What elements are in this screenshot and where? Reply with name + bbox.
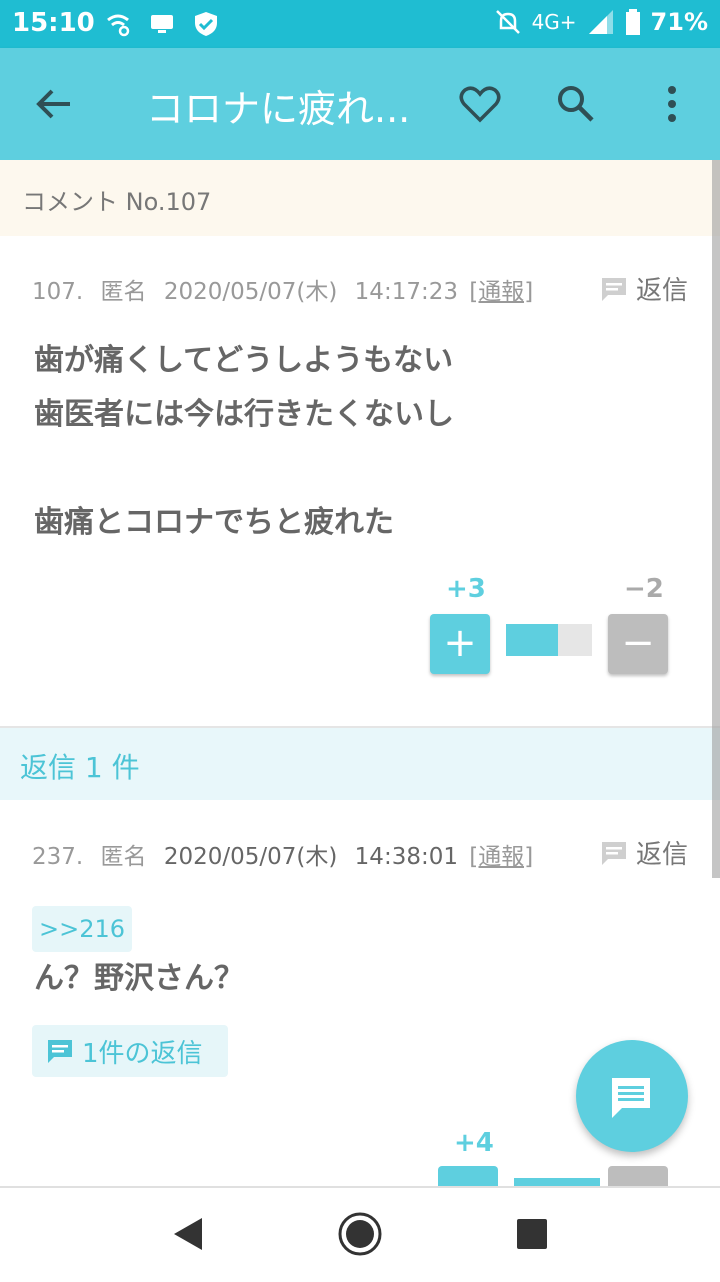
report-link[interactable]: [通報]: [469, 279, 533, 305]
reply-plus-vote-button[interactable]: [438, 1166, 498, 1186]
signal-icon: [588, 10, 613, 34]
search-icon[interactable]: [554, 82, 598, 126]
wifi-calling-icon: [107, 14, 130, 37]
replies-link[interactable]: 1件の返信: [32, 1025, 228, 1077]
comment-time: 14:17:23: [354, 279, 458, 305]
back-arrow-icon[interactable]: [32, 82, 76, 126]
reply-report-link[interactable]: [通報]: [469, 844, 533, 870]
nav-back-icon[interactable]: [170, 1216, 206, 1252]
shield-check-icon: [195, 12, 217, 36]
replies-count-label: 返信 1 件: [20, 751, 140, 784]
reply-number: 237.: [32, 844, 84, 870]
comment-section-header: コメント No.107: [0, 160, 720, 236]
comment-icon: [601, 277, 626, 301]
reply-body: ん？野沢さん？: [34, 961, 244, 996]
minus-vote-button[interactable]: −: [608, 614, 668, 674]
reply-author: 匿名: [100, 844, 147, 870]
scrollbar[interactable]: [712, 160, 720, 878]
comment-body: 歯が痛くしてどうしようもない 歯医者には今は行きたくないし 歯痛とコロナでちと疲…: [34, 343, 454, 540]
comment-meta: 107. 匿名 2020/05/07(木) 14:17:23 [通報]: [32, 272, 533, 306]
compose-comment-fab[interactable]: [576, 1040, 688, 1152]
page-title: コロナに疲れ...: [146, 87, 411, 131]
notifications-off-icon: [495, 10, 520, 34]
reply-vote-ratio-bar: [514, 1178, 600, 1186]
reply-button-label: 返信: [635, 276, 688, 306]
comment-icon: [612, 1078, 650, 1118]
reply-meta: 237. 匿名 2020/05/07(木) 14:38:01 [通報]: [32, 837, 533, 871]
comment-icon: [601, 841, 626, 865]
system-nav-bar: [0, 1186, 720, 1282]
reply-reply-label: 返信: [635, 840, 688, 870]
app-bar: コロナに疲れ...: [0, 48, 720, 160]
heart-icon[interactable]: [458, 82, 502, 126]
reply-button[interactable]: 返信: [600, 270, 688, 307]
reply-plus-score: +4: [454, 1128, 494, 1158]
comment-icon: [48, 1040, 72, 1063]
plus-score: +3: [446, 574, 486, 604]
plus-vote-button[interactable]: +: [430, 614, 490, 674]
status-bar: 15:10 4G+ 71%: [0, 0, 720, 48]
nav-recents-icon[interactable]: [516, 1218, 548, 1250]
nav-home-icon[interactable]: [336, 1210, 384, 1258]
reply-minus-vote-button[interactable]: [608, 1166, 668, 1186]
battery-level: 71%: [650, 8, 708, 36]
comment-number-label: コメント No.107: [22, 188, 212, 216]
anchor-link[interactable]: >>216: [32, 906, 132, 952]
comment-author: 匿名: [100, 279, 147, 305]
minus-score: −2: [624, 574, 664, 604]
more-vert-icon[interactable]: [650, 82, 694, 126]
network-type: 4G+: [531, 10, 577, 34]
reply-reply-button[interactable]: 返信: [600, 834, 688, 871]
comment-number: 107.: [32, 279, 84, 305]
vote-ratio-fill: [506, 624, 558, 656]
reply-time: 14:38:01: [354, 844, 458, 870]
status-left-icons: [104, 10, 220, 38]
status-right: 4G+ 71%: [494, 8, 708, 36]
replies-link-label: 1件の返信: [82, 1038, 203, 1069]
replies-header: 返信 1 件: [0, 728, 720, 800]
battery-icon: [625, 9, 640, 35]
vote-ratio-bar: [506, 624, 592, 656]
screen-monitor-icon: [151, 15, 173, 33]
reply-date: 2020/05/07(木): [163, 844, 338, 870]
comment-date: 2020/05/07(木): [163, 279, 338, 305]
status-time: 15:10: [12, 8, 95, 38]
